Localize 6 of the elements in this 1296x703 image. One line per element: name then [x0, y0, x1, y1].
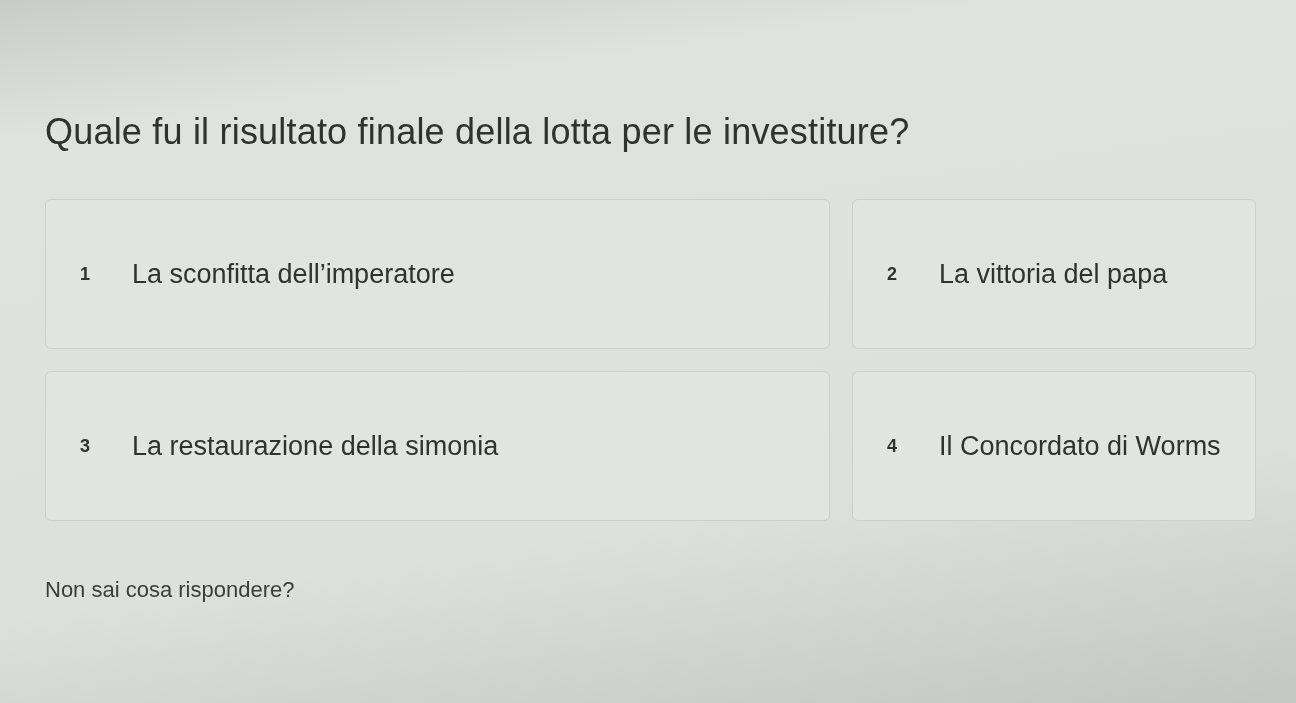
answer-option[interactable]: 4 Il Concordato di Worms — [852, 371, 1256, 522]
help-link[interactable]: Non sai cosa rispondere? — [45, 577, 295, 604]
question-text: Quale fu il risultato finale della lotta per le investiture? — [45, 110, 910, 154]
answer-option[interactable]: 2 La vittoria del papa — [852, 199, 1256, 350]
answer-option[interactable]: 3 La restaurazione della simonia — [45, 371, 830, 522]
answer-option[interactable]: 1 La sconfitta dell’imperatore — [45, 199, 830, 350]
